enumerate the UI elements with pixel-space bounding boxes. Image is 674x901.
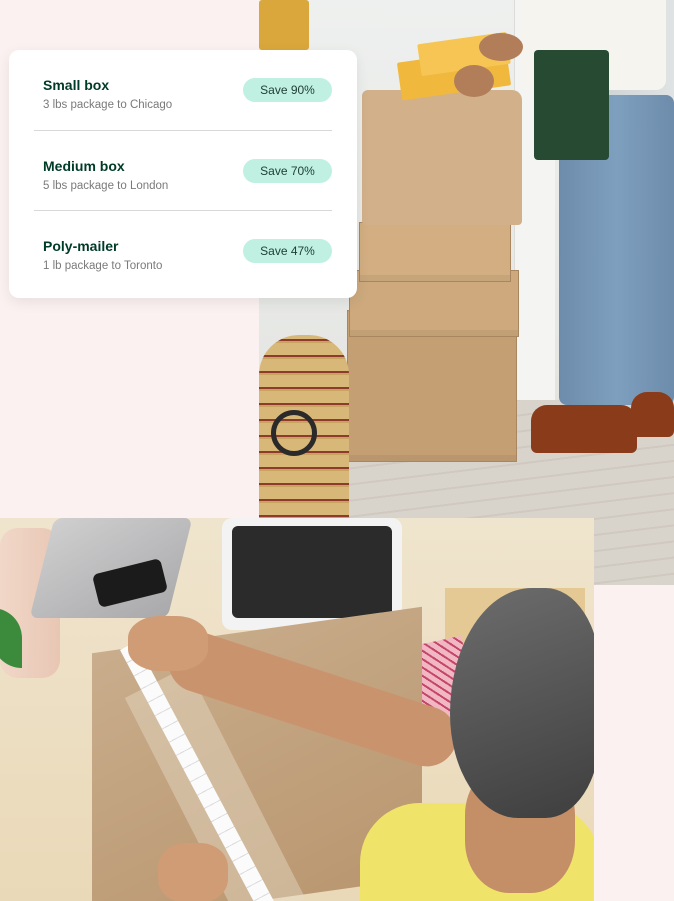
boot	[531, 405, 637, 453]
paper-bag	[362, 90, 522, 225]
savings-badge: Save 70%	[243, 159, 332, 183]
hand	[479, 33, 523, 61]
shipping-option-row: Small box 3 lbs package to Chicago Save …	[34, 50, 332, 130]
hand	[158, 843, 228, 901]
package-name: Small box	[43, 77, 110, 93]
hand	[454, 65, 494, 97]
package-details: 3 lbs package to Chicago	[43, 99, 173, 111]
cardboard-box-small	[359, 222, 511, 282]
package-name: Medium box	[43, 158, 125, 174]
savings-badge: Save 90%	[243, 78, 332, 102]
boot	[631, 392, 674, 437]
shipping-option-row: Medium box 5 lbs package to London Save …	[34, 130, 332, 211]
savings-badge: Save 47%	[243, 239, 332, 263]
yellow-package	[259, 0, 309, 50]
basket-handle	[271, 410, 317, 456]
photo-woman-measuring-box	[0, 518, 594, 901]
shipping-savings-card: Small box 3 lbs package to Chicago Save …	[9, 50, 357, 298]
hand	[128, 616, 208, 671]
person-apron	[534, 50, 609, 160]
package-details: 5 lbs package to London	[43, 180, 169, 192]
package-name: Poly-mailer	[43, 238, 119, 254]
tablet-screen	[232, 526, 392, 618]
package-details: 1 lb package to Toronto	[43, 260, 163, 272]
shipping-option-row: Poly-mailer 1 lb package to Toronto Save…	[34, 210, 332, 291]
